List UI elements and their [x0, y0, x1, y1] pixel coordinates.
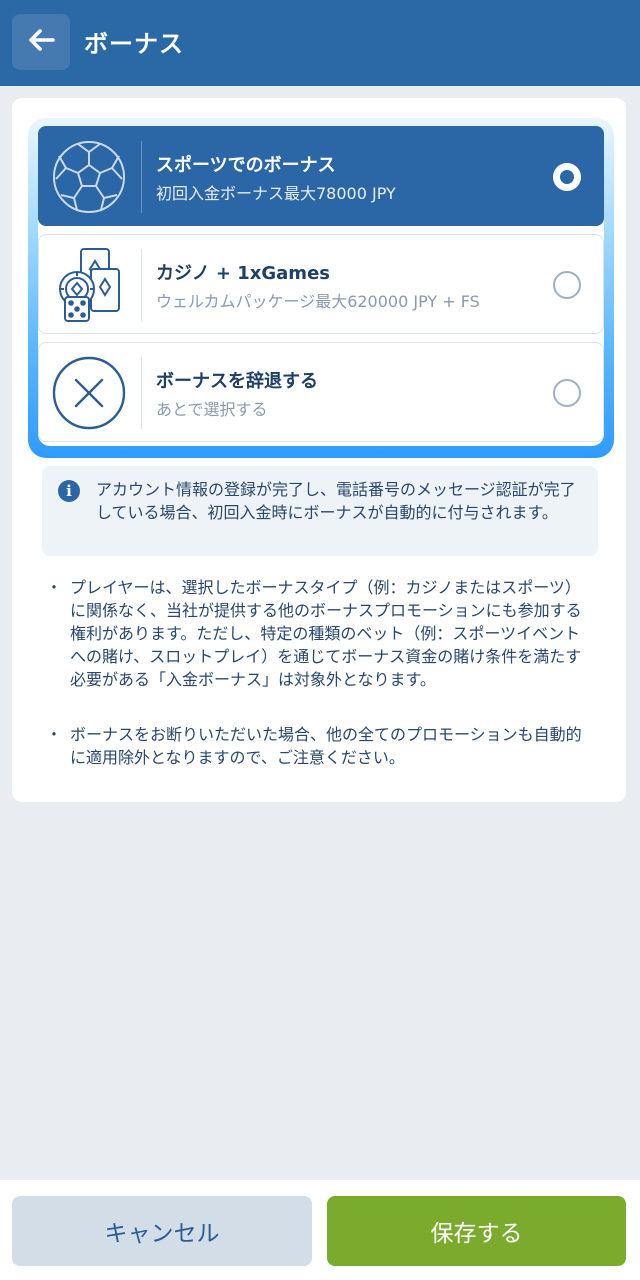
radio-button[interactable] [553, 379, 581, 407]
close-circle-icon [51, 355, 127, 431]
terms-list: ・ プレイヤーは、選択したボーナスタイプ（例：カジノまたはスポーツ）に関係なく、… [46, 576, 592, 769]
option-title: スポーツでのボーナス [156, 155, 336, 176]
bonus-options-frame: スポーツでのボーナス 初回入金ボーナス最大78000 JPY カジノ + 1xG… [28, 118, 614, 458]
page-title: ボーナス [84, 30, 184, 58]
radio-button[interactable] [553, 271, 581, 299]
save-button[interactable]: 保存する [327, 1196, 626, 1266]
bullet-marker: ・ [46, 578, 63, 597]
option-title: カジノ + 1xGames [156, 263, 330, 284]
list-item: ・ ボーナスをお断りいただいた場合、他の全てのプロモーションも自動的に適用除外と… [46, 723, 592, 769]
info-notice: i アカウント情報の登録が完了し、電話番号のメッセージ認証が完了している場合、初… [42, 466, 598, 556]
option-divider [141, 141, 142, 213]
option-subtitle: あとで選択する [156, 400, 268, 419]
app-header: ボーナス [0, 0, 640, 86]
list-item: ・ プレイヤーは、選択したボーナスタイプ（例：カジノまたはスポーツ）に関係なく、… [46, 576, 592, 691]
option-title: ボーナスを辞退する [156, 371, 318, 392]
info-text: アカウント情報の登録が完了し、電話番号のメッセージ認証が完了している場合、初回入… [96, 480, 576, 522]
back-button[interactable] [12, 14, 70, 70]
radio-button[interactable] [553, 163, 581, 191]
list-item-text: ボーナスをお断りいただいた場合、他の全てのプロモーションも自動的に適用除外となり… [70, 725, 582, 767]
bullet-marker: ・ [46, 725, 63, 744]
soccer-ball-icon [51, 139, 127, 215]
arrow-left-icon [27, 28, 55, 56]
bonus-option-sports[interactable]: スポーツでのボーナス 初回入金ボーナス最大78000 JPY [38, 126, 604, 226]
bonus-option-decline[interactable]: ボーナスを辞退する あとで選択する [38, 342, 604, 442]
info-icon: i [58, 480, 80, 502]
option-subtitle: ウェルカムパッケージ最大620000 JPY + FS [156, 292, 480, 311]
cancel-button[interactable]: キャンセル [12, 1196, 312, 1266]
footer-bar: キャンセル 保存する [0, 1180, 640, 1280]
list-item-text: プレイヤーは、選択したボーナスタイプ（例：カジノまたはスポーツ）に関係なく、当社… [70, 578, 582, 689]
option-subtitle: 初回入金ボーナス最大78000 JPY [156, 184, 396, 203]
bonus-option-casino[interactable]: カジノ + 1xGames ウェルカムパッケージ最大620000 JPY + F… [38, 234, 604, 334]
option-divider [141, 249, 142, 321]
casino-cards-icon [51, 247, 127, 323]
option-divider [141, 357, 142, 429]
bonus-options-list: スポーツでのボーナス 初回入金ボーナス最大78000 JPY カジノ + 1xG… [38, 126, 604, 446]
